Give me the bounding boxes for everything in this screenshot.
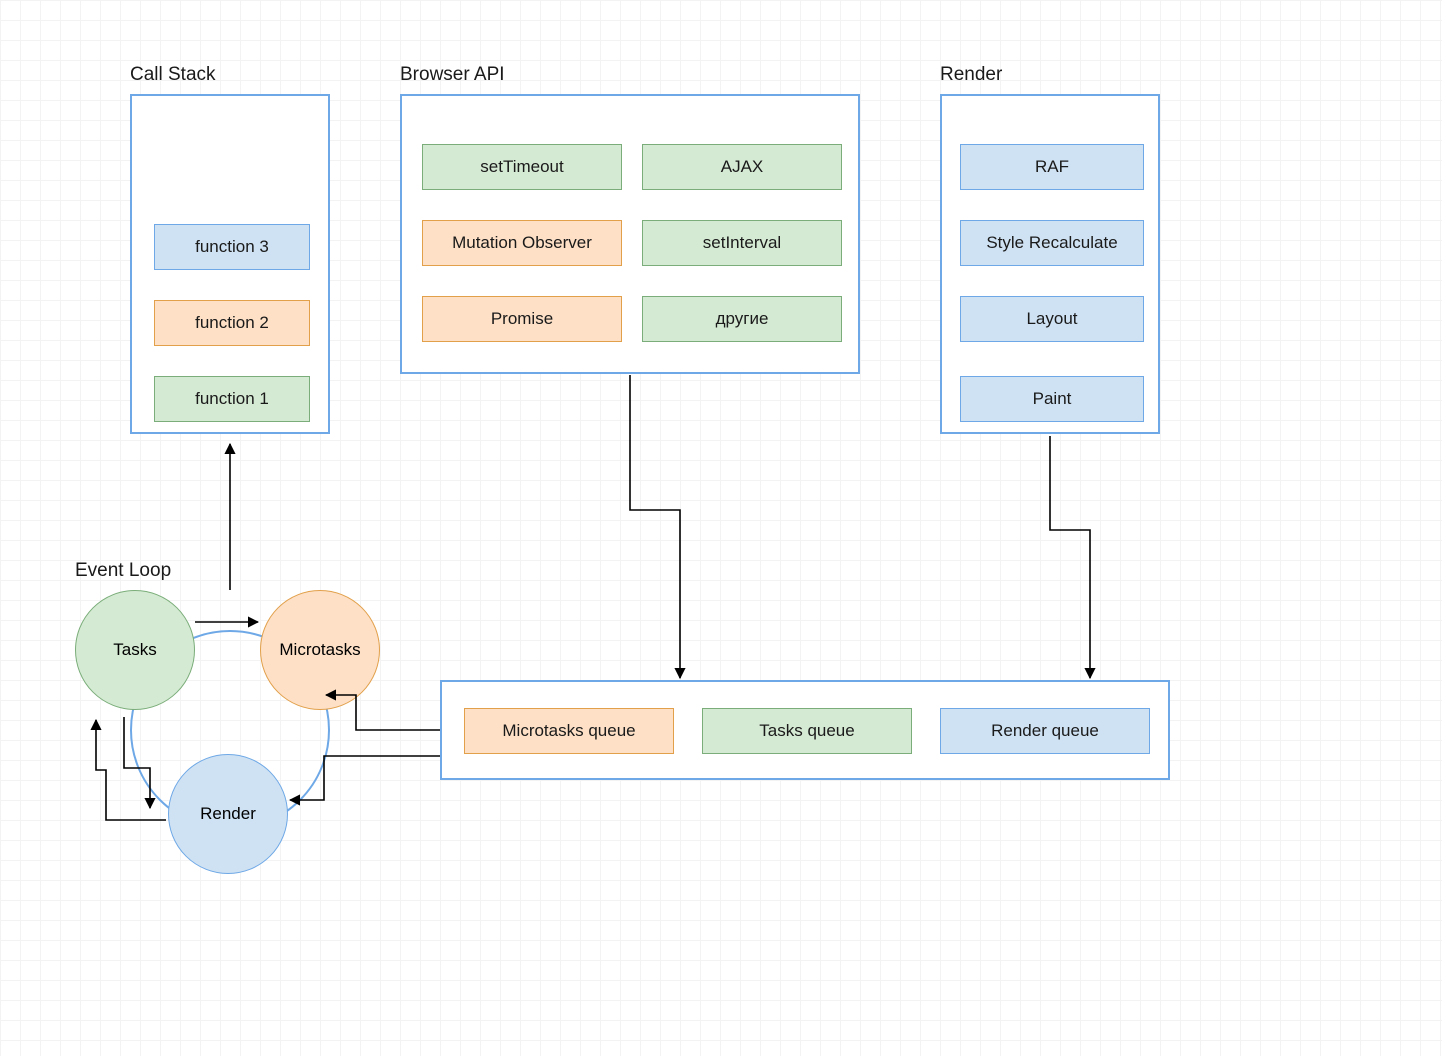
browser-api-item: Mutation Observer <box>422 220 622 266</box>
queues-panel: Microtasks queue Tasks queue Render queu… <box>440 680 1170 780</box>
browser-api-item: setTimeout <box>422 144 622 190</box>
queue-render: Render queue <box>940 708 1150 754</box>
render-label: Render <box>940 64 1002 86</box>
render-panel: RAF Style Recalculate Layout Paint <box>940 94 1160 434</box>
call-stack-panel: function 3 function 2 function 1 <box>130 94 330 434</box>
render-pipeline-item: Style Recalculate <box>960 220 1144 266</box>
queue-microtasks: Microtasks queue <box>464 708 674 754</box>
render-pipeline-item: Layout <box>960 296 1144 342</box>
call-stack-item: function 3 <box>154 224 310 270</box>
browser-api-item: setInterval <box>642 220 842 266</box>
call-stack-item: function 1 <box>154 376 310 422</box>
render-pipeline-item: Paint <box>960 376 1144 422</box>
browser-api-item: Promise <box>422 296 622 342</box>
event-loop-tasks: Tasks <box>75 590 195 710</box>
browser-api-item: AJAX <box>642 144 842 190</box>
call-stack-label: Call Stack <box>130 64 216 86</box>
call-stack-item: function 2 <box>154 300 310 346</box>
browser-api-panel: setTimeout AJAX Mutation Observer setInt… <box>400 94 860 374</box>
event-loop-label: Event Loop <box>75 560 171 582</box>
event-loop-render: Render <box>168 754 288 874</box>
browser-api-label: Browser API <box>400 64 505 86</box>
queue-tasks: Tasks queue <box>702 708 912 754</box>
event-loop-microtasks: Microtasks <box>260 590 380 710</box>
browser-api-item: другие <box>642 296 842 342</box>
render-pipeline-item: RAF <box>960 144 1144 190</box>
